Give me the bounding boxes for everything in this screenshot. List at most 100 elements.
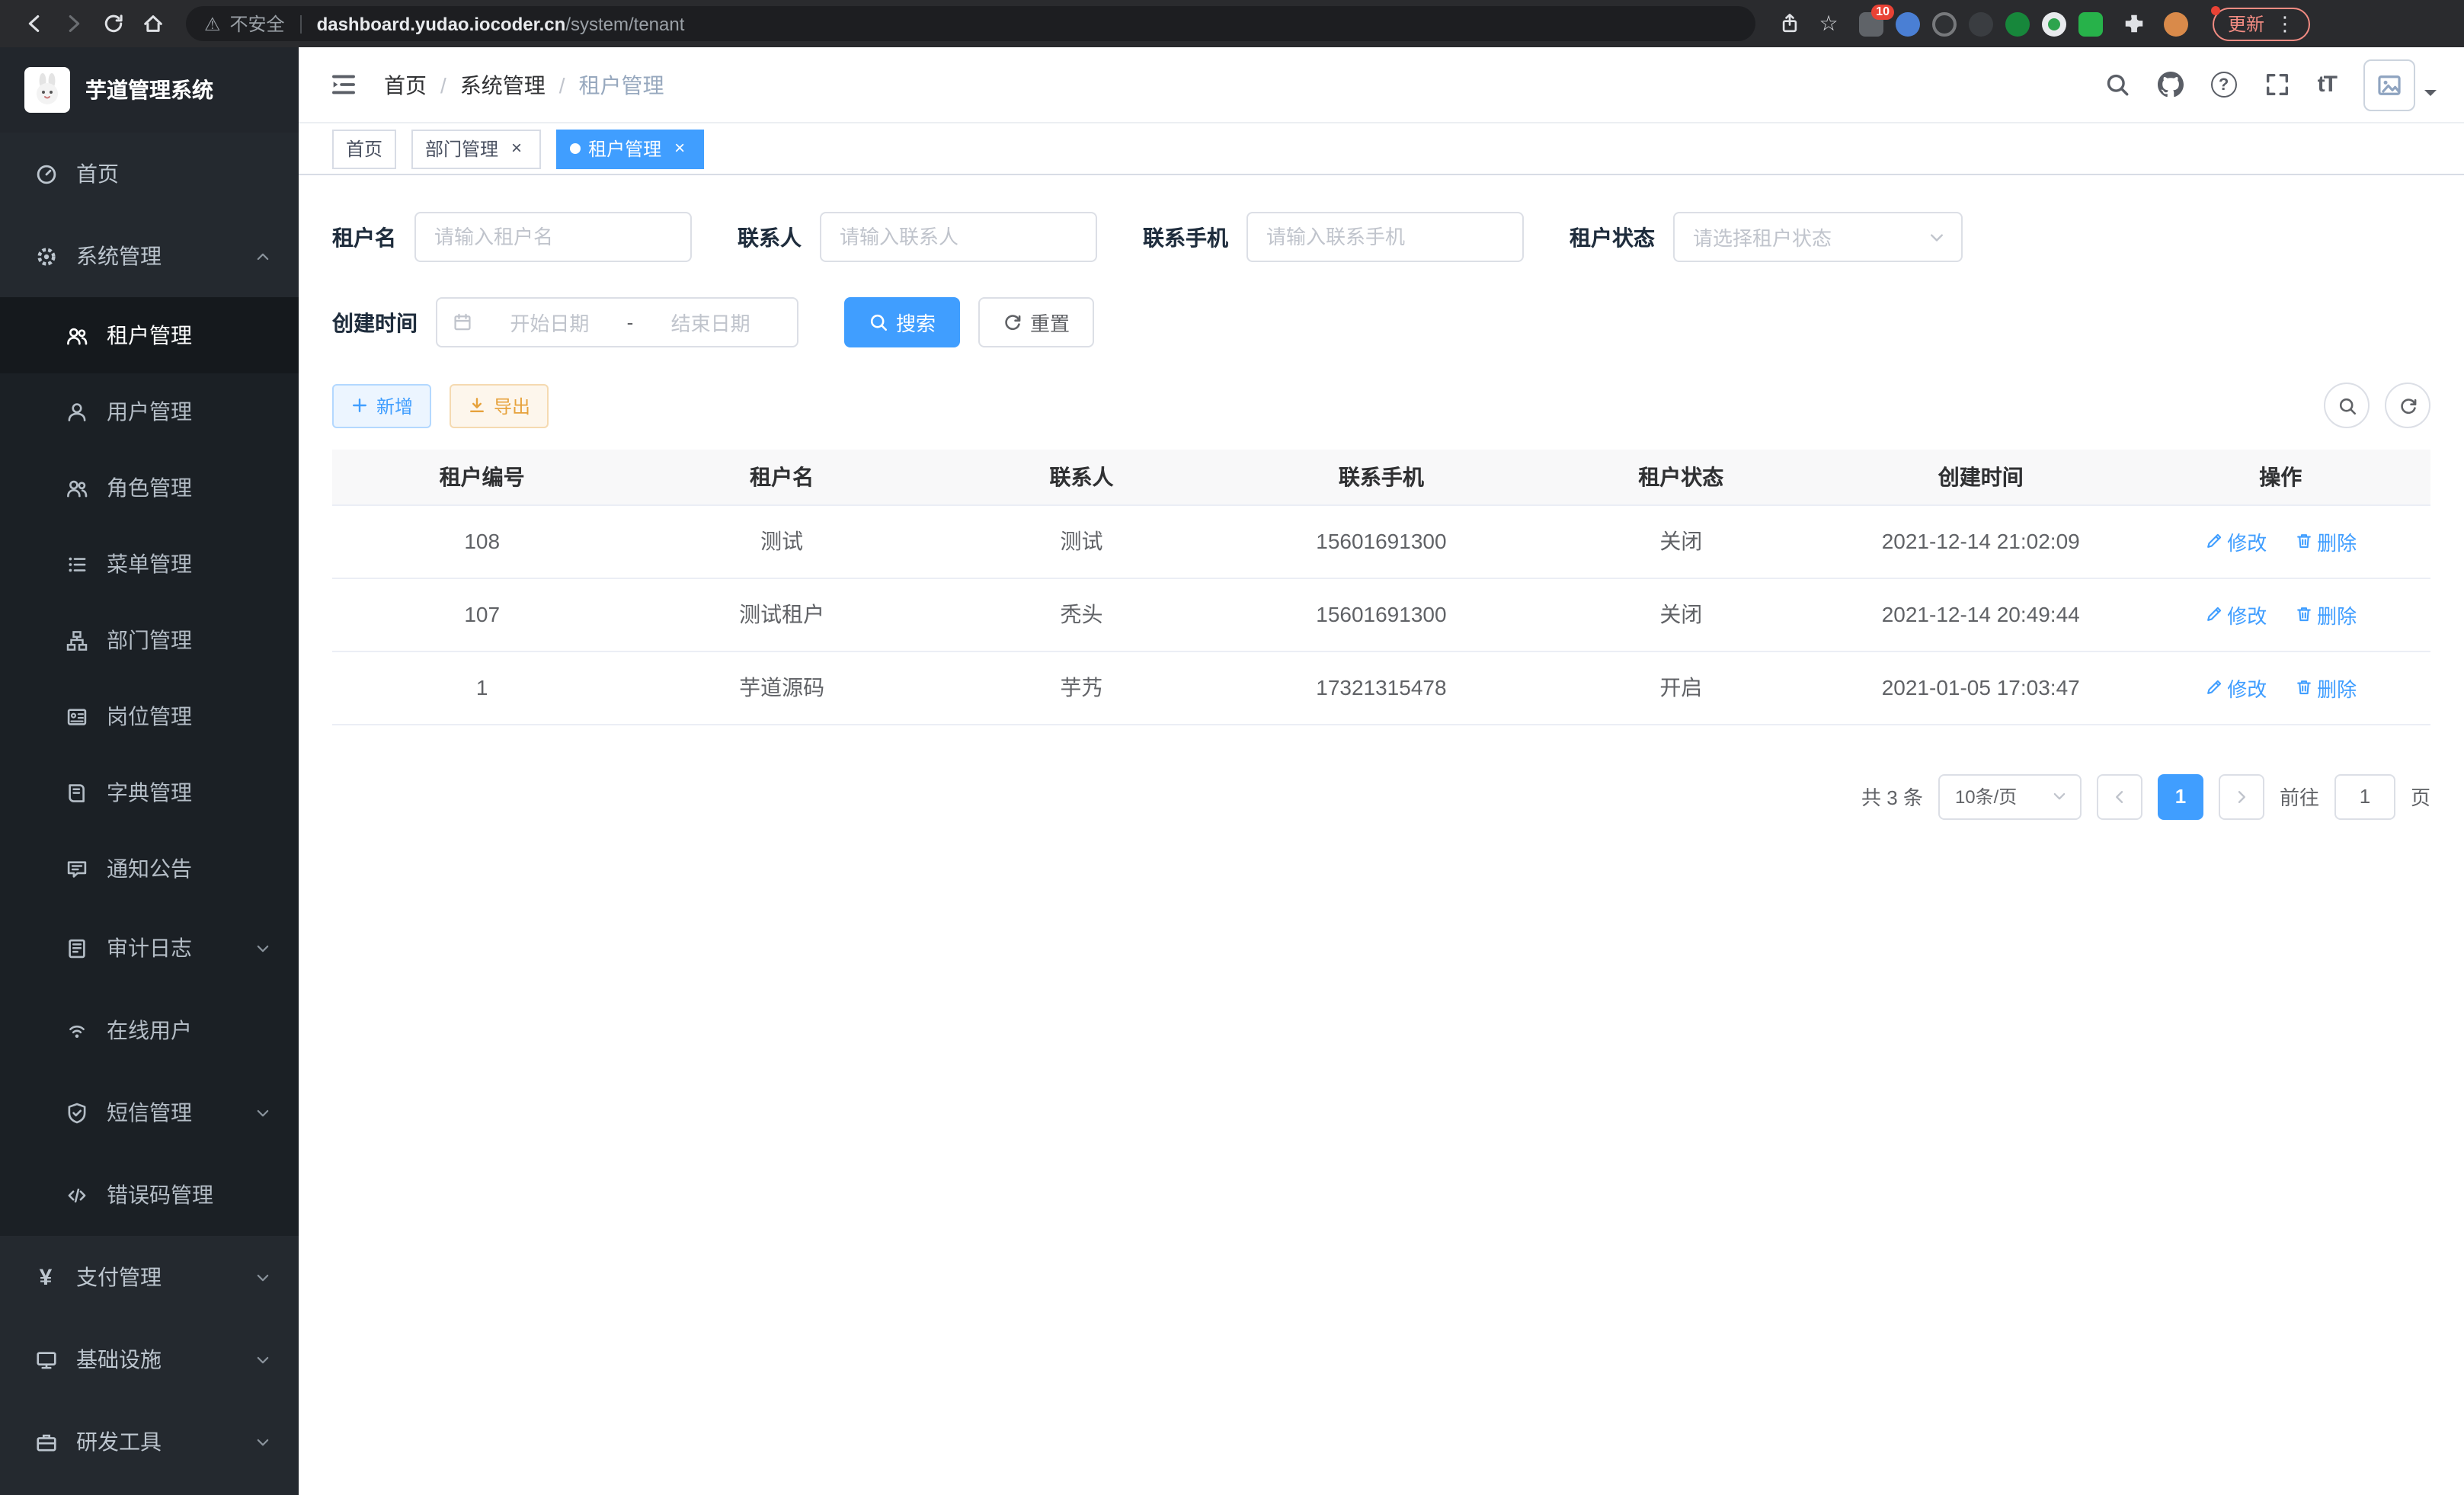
status-select[interactable]: 请选择租户状态: [1673, 212, 1963, 262]
next-page-button[interactable]: [2219, 773, 2264, 819]
search-icon: [2337, 395, 2357, 415]
tenant-name-input[interactable]: [414, 212, 692, 262]
sidebar-item-dept[interactable]: 部门管理: [0, 602, 299, 678]
sidebar-item-post[interactable]: 岗位管理: [0, 678, 299, 754]
page-number-button[interactable]: 1: [2158, 773, 2203, 819]
tab-home[interactable]: 首页: [332, 129, 396, 168]
delete-link[interactable]: 删除: [2294, 673, 2357, 702]
chevron-right-icon: [2232, 787, 2251, 805]
edit-link[interactable]: 修改: [2204, 527, 2267, 555]
sidebar-toggle-icon[interactable]: [329, 69, 360, 100]
add-button[interactable]: 新增: [332, 383, 431, 427]
address-bar[interactable]: ⚠ 不安全 dashboard.yudao.iocoder.cn/system/…: [186, 6, 1755, 41]
sidebar-item-error-code[interactable]: 错误码管理: [0, 1154, 299, 1236]
sidebar-item-devtools[interactable]: 研发工具: [0, 1401, 299, 1483]
delete-link[interactable]: 删除: [2294, 600, 2357, 629]
github-icon[interactable]: [2158, 72, 2184, 98]
breadcrumb-home[interactable]: 首页: [384, 69, 427, 100]
extensions-puzzle-icon[interactable]: [2115, 5, 2152, 42]
extension-icon-7[interactable]: [2078, 11, 2103, 36]
sidebar-item-home[interactable]: 首页: [0, 133, 299, 215]
chevron-down-icon: [254, 1351, 271, 1368]
fullscreen-icon[interactable]: [2264, 72, 2290, 98]
create-time-label: 创建时间: [332, 307, 418, 338]
col-contact: 联系人: [932, 450, 1231, 504]
sidebar-item-sms[interactable]: 短信管理: [0, 1071, 299, 1154]
search-button[interactable]: 搜索: [844, 297, 960, 347]
bookmark-star-icon[interactable]: ☆: [1810, 5, 1847, 42]
app-logo[interactable]: 芋道管理系统: [0, 47, 299, 133]
sidebar-item-user[interactable]: 用户管理: [0, 373, 299, 450]
edit-icon: [2204, 605, 2222, 623]
close-icon[interactable]: ×: [669, 138, 690, 159]
browser-profile-avatar[interactable]: [2164, 11, 2188, 36]
date-range-picker[interactable]: 开始日期 - 结束日期: [436, 297, 798, 347]
extension-icon-5[interactable]: [2005, 11, 2030, 36]
edit-link[interactable]: 修改: [2204, 673, 2267, 702]
sidebar-item-notice[interactable]: 通知公告: [0, 831, 299, 907]
cell-phone: 15601691300: [1231, 578, 1531, 651]
pagination-total: 共 3 条: [1861, 782, 1923, 811]
browser-reload-icon[interactable]: [94, 5, 131, 42]
tab-tenant[interactable]: 租户管理 ×: [556, 129, 704, 168]
browser-home-icon[interactable]: [134, 5, 171, 42]
close-icon[interactable]: ×: [506, 138, 527, 159]
prev-page-button[interactable]: [2097, 773, 2142, 819]
browser-menu-icon[interactable]: ⋮: [2275, 11, 2295, 36]
sidebar-item-tenant[interactable]: 租户管理: [0, 297, 299, 373]
breadcrumb-system[interactable]: 系统管理: [460, 69, 546, 100]
browser-back-icon[interactable]: [15, 5, 52, 42]
refresh-table-button[interactable]: [2385, 383, 2430, 428]
sidebar-item-audit-log[interactable]: 审计日志: [0, 907, 299, 989]
sidebar-item-online-user[interactable]: 在线用户: [0, 989, 299, 1071]
toggle-search-button[interactable]: [2324, 383, 2370, 428]
sidebar-item-role[interactable]: 角色管理: [0, 450, 299, 526]
delete-link[interactable]: 删除: [2294, 527, 2357, 555]
chevron-up-icon: [254, 248, 271, 264]
page-size-select[interactable]: 10条/页: [1938, 773, 2082, 819]
cell-tenant-id: 108: [332, 504, 632, 578]
extension-icon-1[interactable]: 10: [1859, 11, 1883, 36]
phone-input[interactable]: [1246, 212, 1524, 262]
tab-dept[interactable]: 部门管理 ×: [411, 129, 541, 168]
search-icon[interactable]: [2104, 72, 2130, 98]
sidebar-item-infra[interactable]: 基础设施: [0, 1318, 299, 1401]
reset-button[interactable]: 重置: [978, 297, 1094, 347]
table-body: 108 测试 测试 15601691300 关闭 2021-12-14 21:0…: [332, 504, 2430, 724]
extension-icon-4[interactable]: [1969, 11, 1993, 36]
extension-icon-2[interactable]: [1896, 11, 1920, 36]
logo-image: [24, 67, 70, 113]
extensions-row: 10: [1859, 5, 2188, 42]
font-size-icon[interactable]: tT: [2318, 72, 2336, 98]
table-row: 1 芋道源码 芋艿 17321315478 开启 2021-01-05 17:0…: [332, 651, 2430, 724]
export-button[interactable]: 导出: [450, 383, 549, 427]
status-group: 租户状态 请选择租户状态: [1570, 212, 1963, 262]
table-row: 107 测试租户 秃头 15601691300 关闭 2021-12-14 20…: [332, 578, 2430, 651]
edit-label: 修改: [2227, 527, 2267, 555]
help-icon[interactable]: ?: [2211, 72, 2237, 98]
sidebar-item-label: 错误码管理: [107, 1180, 213, 1210]
sidebar-item-payment[interactable]: ¥ 支付管理: [0, 1236, 299, 1318]
user-avatar-menu[interactable]: [2363, 59, 2437, 110]
share-icon[interactable]: [1771, 5, 1807, 42]
cell-contact: 测试: [932, 504, 1231, 578]
edit-icon: [2204, 678, 2222, 696]
browser-forward-icon[interactable]: [55, 5, 91, 42]
goto-page-input[interactable]: [2334, 773, 2395, 819]
contact-input[interactable]: [820, 212, 1097, 262]
edit-link[interactable]: 修改: [2204, 600, 2267, 629]
create-time-group: 创建时间 开始日期 - 结束日期: [332, 297, 798, 347]
sidebar-item-system[interactable]: 系统管理: [0, 215, 299, 297]
extension-icon-3[interactable]: [1932, 11, 1957, 36]
cell-contact: 芋艿: [932, 651, 1231, 724]
sidebar-item-menu[interactable]: 菜单管理: [0, 526, 299, 602]
sidebar-item-dict[interactable]: 字典管理: [0, 754, 299, 831]
toolbox-icon: [34, 1429, 58, 1454]
update-button[interactable]: 更新 ⋮: [2213, 7, 2310, 40]
table-header-row: 租户编号 租户名 联系人 联系手机 租户状态 创建时间 操作: [332, 450, 2430, 504]
phone-group: 联系手机: [1143, 212, 1524, 262]
cell-phone: 15601691300: [1231, 504, 1531, 578]
extension-icon-6[interactable]: [2042, 11, 2066, 36]
sidebar-item-label: 首页: [76, 158, 119, 189]
update-notification-dot: [2211, 5, 2220, 14]
